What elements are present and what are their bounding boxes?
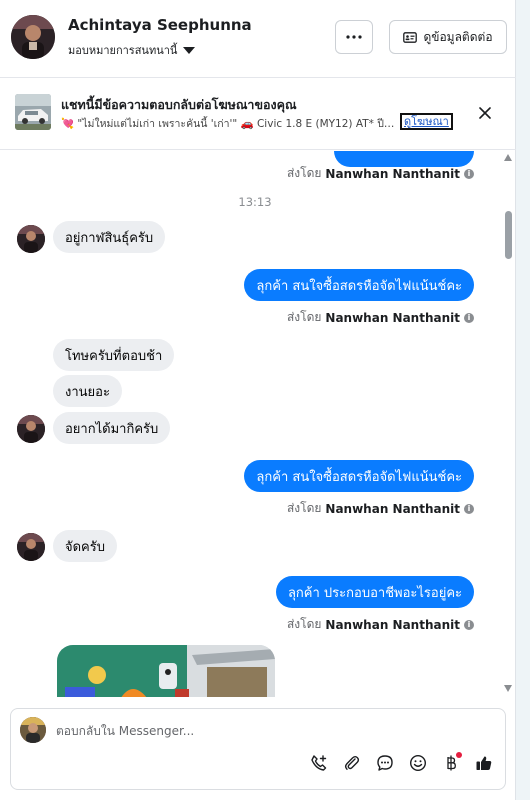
incoming-message-bubble[interactable]: งานยอะ [53, 375, 122, 407]
message-timestamp: 13:13 [238, 195, 272, 209]
emoji-button[interactable] [407, 752, 429, 774]
contact-card-icon [403, 31, 418, 43]
attach-file-button[interactable] [341, 752, 363, 774]
contact-avatar-small[interactable] [17, 533, 45, 561]
info-icon[interactable]: i [464, 312, 474, 323]
scroll-up-arrow-icon[interactable] [504, 154, 512, 161]
sent-by-prefix: ส่งโดย [286, 617, 322, 631]
sent-by-label: ส่งโดย Nanwhan Nanthanit i [287, 615, 474, 634]
sender-name: Nanwhan Nanthanit [325, 310, 460, 325]
reply-composer [10, 708, 506, 790]
sent-by-label: ส่งโดย Nanwhan Nanthanit i [287, 164, 474, 183]
ad-description: 💘 "ไม่ใหม่แต่ไม่เก่า เพราะคันนี้ 'เก่า'"… [61, 118, 397, 130]
incoming-message-bubble[interactable]: จัดครับ [53, 530, 117, 562]
thumbs-up-icon [476, 756, 492, 770]
reply-input[interactable] [56, 721, 486, 741]
sent-by-label: ส่งโดย Nanwhan Nanthanit i [287, 308, 474, 327]
outgoing-message-bubble[interactable]: ลุกค้า สนใจซื้อสดรหือจัดไฟแน้นช์คะ [244, 460, 474, 492]
outgoing-message-bubble[interactable]: ลุกค้า สนใจซื้อสดรหือจัดไฟแน้นช์คะ [244, 269, 474, 301]
incoming-message-bubble[interactable]: อยากได้มากิครับ [53, 412, 171, 444]
outgoing-message-bubble[interactable]: ลุกค้า ประกอบอาชีพอะไรอยู่คะ [275, 576, 474, 608]
info-icon[interactable]: i [464, 619, 474, 630]
sent-by-prefix: ส่งโดย [286, 166, 322, 180]
view-contact-button[interactable]: ดูข้อมูลติดต่อ [389, 20, 507, 54]
call-add-icon [311, 755, 327, 771]
chat-bubble-icon [377, 755, 393, 771]
sender-name: Nanwhan Nanthanit [325, 501, 460, 516]
assign-conversation-dropdown[interactable]: มอบหมายการสนทนานี้ [68, 41, 196, 59]
sent-by-prefix: ส่งโดย [286, 501, 322, 515]
caret-down-icon [183, 47, 196, 54]
call-button[interactable] [308, 752, 330, 774]
page-avatar [20, 717, 46, 743]
message-thread[interactable]: ส่งโดย Nanwhan Nanthanit i 13:13 อยู่กาฬสิ… [0, 151, 516, 697]
paperclip-icon [344, 756, 360, 770]
contact-avatar[interactable] [11, 15, 55, 59]
assign-label: มอบหมายการสนทนานี้ [68, 44, 178, 57]
ad-banner-title: แชทนี้มีข้อความตอบกลับต่อโฆษณาของคุณ [61, 97, 297, 112]
sender-name: Nanwhan Nanthanit [325, 617, 460, 632]
emoji-icon [409, 754, 427, 772]
info-icon[interactable]: i [464, 503, 474, 514]
payment-button[interactable] [440, 752, 462, 774]
contact-avatar-small[interactable] [17, 225, 45, 253]
info-icon[interactable]: i [464, 168, 474, 179]
contact-avatar-small[interactable] [17, 415, 45, 443]
conversation-panel: Achintaya Seephunna มอบหมายการสนทนานี้ ด… [0, 0, 516, 800]
sent-by-prefix: ส่งโดย [286, 310, 322, 324]
saved-reply-button[interactable] [374, 752, 396, 774]
composer-toolbar [308, 752, 495, 774]
view-contact-label: ดูข้อมูลติดต่อ [423, 29, 493, 44]
ad-reply-banner: แชทนี้มีข้อความตอบกลับต่อโฆษณาของคุณ 💘 "… [0, 78, 516, 150]
contact-name[interactable]: Achintaya Seephunna [68, 16, 252, 34]
window-edge [516, 0, 530, 800]
sender-name: Nanwhan Nanthanit [325, 166, 460, 181]
more-horizontal-icon [346, 35, 362, 39]
close-ad-banner-button[interactable] [474, 102, 496, 124]
notification-dot [456, 752, 462, 758]
scroll-down-arrow-icon[interactable] [504, 685, 512, 692]
more-options-button[interactable] [335, 20, 373, 54]
incoming-message-bubble[interactable]: อยู่กาฬสินธุ์ครับ [53, 221, 166, 253]
ad-thumbnail[interactable] [15, 94, 51, 130]
close-icon [479, 107, 491, 119]
conversation-header: Achintaya Seephunna มอบหมายการสนทนานี้ ด… [0, 0, 516, 78]
chat-scrollbar[interactable] [500, 151, 516, 697]
view-ad-link[interactable]: ดูโฆษณา [400, 113, 453, 130]
scrollbar-thumb[interactable] [505, 211, 512, 259]
sent-by-label: ส่งโดย Nanwhan Nanthanit i [287, 499, 474, 518]
shared-photo[interactable] [57, 645, 275, 697]
like-button[interactable] [473, 752, 495, 774]
incoming-message-bubble[interactable]: โทษครับที่ตอบช้า [53, 339, 175, 371]
